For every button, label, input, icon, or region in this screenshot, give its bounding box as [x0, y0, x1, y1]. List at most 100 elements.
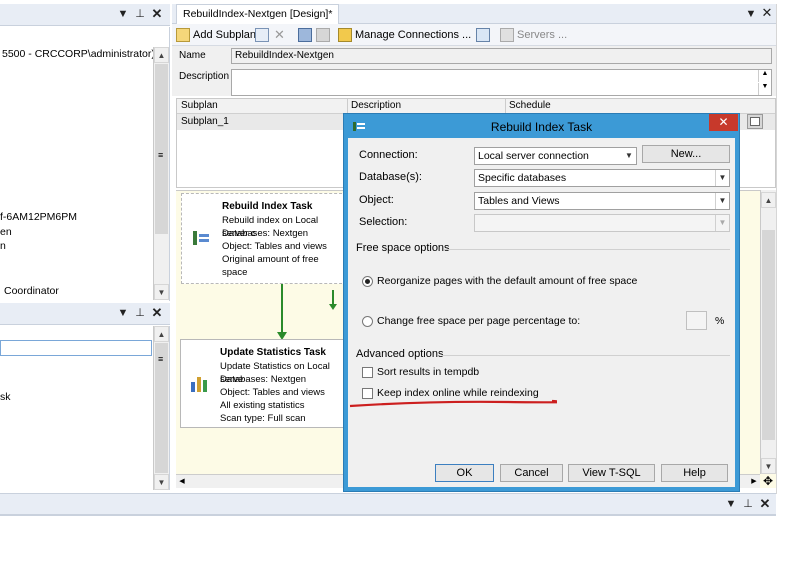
dialog-close-button[interactable]: ✕	[709, 114, 738, 131]
update-statistics-task-box[interactable]: Update Statistics Task Update Statistics…	[180, 339, 344, 428]
subplan-name-cell[interactable]: Subplan_1	[181, 116, 229, 127]
tab-title: RebuildIndex-Nextgen [Design]*	[183, 8, 333, 20]
plan-name-field[interactable]: RebuildIndex-Nextgen	[231, 48, 772, 64]
scroll-thumb[interactable]	[762, 230, 775, 440]
reorganize-pages-label[interactable]: Reorganize pages with the default amount…	[377, 275, 637, 287]
update-task-line: Databases: Nextgen	[220, 374, 307, 385]
scroll-right-button[interactable]: ▶	[748, 475, 760, 488]
left-bottom-input[interactable]	[0, 340, 152, 356]
column-header-subplan[interactable]: Subplan	[181, 100, 218, 111]
left-top-panel-header: ▼ ⊥ ✕	[0, 4, 170, 26]
description-field[interactable]: ▲ ▼	[231, 69, 772, 96]
section-divider	[444, 249, 730, 250]
left-top-panel: 5500 - CRCCORP\administrator) f-6AM12PM6…	[0, 27, 170, 301]
precedence-connector[interactable]	[270, 282, 350, 342]
scroll-down-button[interactable]: ▼	[154, 284, 169, 300]
dropdown-arrow-icon[interactable]: ▼	[116, 7, 130, 21]
pin-icon[interactable]: ⊥	[133, 7, 147, 21]
document-tab-strip: RebuildIndex-Nextgen [Design]* ▼ ✕	[172, 4, 776, 24]
add-subplan-icon	[176, 28, 190, 42]
scroll-left-button[interactable]: ◀	[176, 475, 188, 488]
databases-value: Specific databases	[478, 172, 567, 184]
rebuild-task-line: Original amount of free space	[222, 254, 319, 278]
subplan-properties-button[interactable]	[255, 26, 269, 44]
reporting-button[interactable]	[476, 26, 490, 44]
task-label[interactable]: sk	[0, 391, 11, 403]
left-bottom-panel-header: ▼ ⊥ ✕	[0, 303, 170, 325]
add-subplan-button[interactable]: Add Subplan	[176, 26, 256, 44]
scroll-thumb[interactable]	[155, 64, 168, 234]
delete-subplan-button[interactable]: ✕	[274, 26, 285, 44]
close-icon[interactable]: ✕	[758, 497, 772, 511]
description-scroll-down[interactable]: ▼	[758, 83, 771, 95]
remove-schedule-button[interactable]	[316, 26, 330, 44]
description-scroll-up[interactable]: ▲	[758, 70, 771, 82]
pin-icon[interactable]: ⊥	[741, 497, 755, 511]
node-label[interactable]: en	[0, 226, 12, 238]
scroll-down-button[interactable]: ▼	[154, 474, 169, 490]
pan-zoom-icon[interactable]: ✥	[760, 474, 776, 488]
change-free-space-radio[interactable]	[362, 316, 373, 327]
schedule-button[interactable]	[298, 26, 312, 44]
coordinator-node-label[interactable]: Coordinator	[4, 285, 59, 297]
new-connection-button[interactable]: New...	[642, 145, 730, 163]
schedule-calendar-button[interactable]	[747, 114, 763, 129]
ok-button[interactable]: OK	[435, 464, 494, 482]
tab-rebuildindex-design[interactable]: RebuildIndex-Nextgen [Design]*	[176, 4, 340, 24]
object-value: Tables and Views	[478, 195, 560, 207]
design-vertical-scrollbar[interactable]: ▲ ▼	[760, 190, 776, 474]
view-tsql-button[interactable]: View T-SQL	[568, 464, 655, 482]
reorganize-pages-radio[interactable]	[362, 276, 373, 287]
percent-sign: %	[715, 315, 725, 327]
server-node-label[interactable]: 5500 - CRCCORP\administrator)	[2, 48, 155, 60]
section-divider	[442, 355, 730, 356]
dropdown-arrow-icon[interactable]: ▼	[724, 497, 738, 511]
rebuild-index-task-dialog: Rebuild Index Task ✕ Connection: Local s…	[343, 113, 740, 492]
sort-in-tempdb-label[interactable]: Sort results in tempdb	[377, 366, 479, 378]
manage-connections-button[interactable]: Manage Connections ... ▼	[338, 26, 485, 44]
scroll-up-button[interactable]: ▲	[761, 192, 776, 208]
change-free-space-label[interactable]: Change free space per page percentage to…	[377, 315, 580, 327]
dropdown-arrow-icon[interactable]: ▼	[116, 306, 130, 320]
report-icon	[476, 28, 490, 42]
rebuild-task-title: Rebuild Index Task	[222, 201, 313, 212]
grip-icon: ≡	[158, 354, 164, 364]
chevron-down-icon: ▼	[715, 215, 729, 231]
left-top-scrollbar[interactable]: ▲ ≡ ▼	[153, 47, 169, 300]
cancel-button[interactable]: Cancel	[500, 464, 563, 482]
column-header-schedule[interactable]: Schedule	[509, 100, 551, 111]
scroll-up-button[interactable]: ▲	[154, 326, 169, 342]
object-select[interactable]: Tables and Views ▼	[474, 192, 730, 210]
databases-select[interactable]: Specific databases ▼	[474, 169, 730, 187]
plan-name-value: RebuildIndex-Nextgen	[235, 50, 334, 61]
bottom-panel-header: ▼ ⊥ ✕	[0, 493, 776, 515]
free-space-section-label: Free space options	[356, 242, 450, 254]
scroll-up-button[interactable]: ▲	[154, 47, 169, 63]
servers-label: Servers ...	[517, 29, 568, 41]
pin-icon[interactable]: ⊥	[133, 306, 147, 320]
help-button[interactable]: Help	[661, 464, 728, 482]
tab-list-arrow-icon[interactable]: ▼	[744, 7, 758, 21]
column-header-description[interactable]: Description	[351, 100, 401, 111]
connections-icon	[338, 28, 352, 42]
rebuild-task-line: Databases: Nextgen	[222, 228, 309, 239]
manage-connections-label: Manage Connections ...	[355, 29, 472, 41]
connection-select[interactable]: Local server connection ▼	[474, 147, 637, 165]
scroll-down-button[interactable]: ▼	[761, 458, 776, 474]
name-label: Name	[179, 50, 206, 61]
left-bottom-scrollbar[interactable]: ▲ ≡ ▼	[153, 326, 169, 490]
update-task-line: Scan type: Full scan	[220, 413, 306, 424]
description-label: Description	[179, 71, 230, 82]
node-label[interactable]: n	[0, 240, 6, 252]
free-space-percent-input[interactable]	[686, 311, 707, 330]
servers-button[interactable]: Servers ...	[500, 26, 567, 44]
rebuild-index-task-box[interactable]: Rebuild Index Task Rebuild index on Loca…	[181, 193, 347, 284]
schedule-node-label[interactable]: f-6AM12PM6PM	[0, 211, 77, 223]
statistics-chart-icon	[189, 372, 211, 394]
close-icon[interactable]: ✕	[150, 7, 164, 21]
selection-label: Selection:	[359, 216, 408, 228]
sort-in-tempdb-checkbox[interactable]	[362, 367, 373, 378]
close-tab-icon[interactable]: ✕	[760, 6, 774, 20]
selection-select[interactable]: ▼	[474, 214, 730, 232]
close-icon[interactable]: ✕	[150, 306, 164, 320]
